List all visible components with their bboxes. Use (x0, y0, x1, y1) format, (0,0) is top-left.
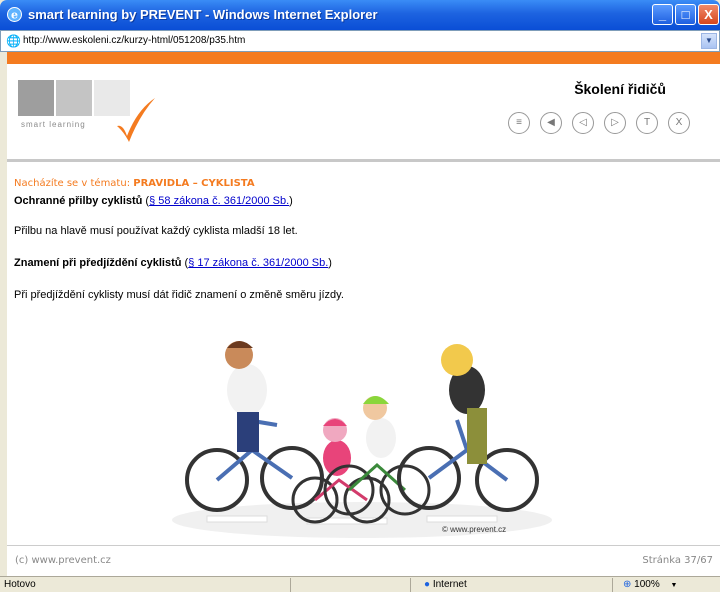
breadcrumb-prefix: Nacházíte se v tématu: (14, 178, 131, 189)
test-button[interactable]: T (636, 112, 658, 134)
breadcrumb-topic: PRAVIDLA – CYKLISTA (133, 178, 255, 189)
logo-square-dark (18, 80, 54, 116)
section-heading-helmets: Ochranné přilby cyklistů (§ 58 zákona č.… (14, 195, 293, 207)
close-paren: ) (328, 257, 332, 269)
page-counter: Stránka 37/67 (642, 555, 713, 566)
heading-helmets-text: Ochranné přilby cyklistů (14, 195, 143, 207)
footer-copyright: (c) www.prevent.cz (15, 555, 111, 566)
accent-bar (7, 52, 720, 64)
status-separator (612, 578, 613, 592)
next-page-button[interactable]: ▷ (604, 112, 626, 134)
status-separator (290, 578, 291, 592)
paragraph-overtaking: Při předjíždění cyklisty musí dát řidič … (14, 289, 344, 301)
section-heading-overtaking: Znamení při předjíždění cyklistů (§ 17 z… (14, 257, 332, 269)
paragraph-helmets: Přilbu na hlavě musí používat každý cykl… (14, 225, 298, 237)
page-viewport: smart learning Školení řidičů ≡ ◀ ◁ ▷ T … (7, 52, 720, 576)
zoom-icon: ⊕ (623, 579, 632, 590)
image-credit: © www.prevent.cz (442, 525, 507, 534)
exit-button[interactable]: X (668, 112, 690, 134)
page-title: Školení řidičů (574, 81, 666, 97)
smart-learning-logo: smart learning (18, 80, 178, 160)
window-title: smart learning by PREVENT - Windows Inte… (28, 7, 378, 22)
law-link-17[interactable]: § 17 zákona č. 361/2000 Sb. (188, 257, 328, 269)
checkmark-icon (117, 98, 155, 142)
internet-explorer-icon: e (7, 7, 22, 22)
first-page-button[interactable]: ◀ (540, 112, 562, 134)
close-button[interactable]: X (698, 4, 719, 25)
page-icon: 🌐 (6, 34, 21, 48)
footer-divider (7, 545, 720, 546)
status-bar: Hotovo ● Internet ⊕ 100% ▼ (0, 576, 720, 592)
address-bar[interactable]: 🌐 http://www.eskoleni.cz/kurzy-html/0512… (0, 30, 720, 52)
status-separator (410, 578, 411, 592)
zoom-dropdown-icon[interactable]: ▼ (671, 582, 678, 589)
header-divider (7, 159, 720, 162)
minimize-button[interactable]: _ (652, 4, 673, 25)
globe-icon: ● (424, 579, 431, 590)
breadcrumb: Nacházíte se v tématu: PRAVIDLA – CYKLIS… (14, 178, 255, 189)
close-paren: ) (289, 195, 293, 207)
browser-window: e smart learning by PREVENT - Windows In… (0, 0, 720, 592)
maximize-button[interactable]: □ (675, 4, 696, 25)
address-dropdown-icon[interactable]: ▼ (701, 33, 717, 49)
address-url[interactable]: http://www.eskoleni.cz/kurzy-html/051208… (23, 35, 245, 46)
zone-label: Internet (432, 579, 467, 590)
title-bar[interactable]: e smart learning by PREVENT - Windows In… (0, 0, 720, 30)
security-zone[interactable]: ● Internet (424, 579, 467, 590)
status-text: Hotovo (4, 579, 36, 590)
menu-button[interactable]: ≡ (508, 112, 530, 134)
zoom-level: 100% (634, 579, 660, 590)
cyclists-illustration (172, 341, 552, 538)
svg-text:e: e (11, 9, 18, 22)
heading-overtaking-text: Znamení při předjíždění cyklistů (14, 257, 182, 269)
zoom-control[interactable]: ⊕ 100% ▼ (623, 579, 677, 590)
prev-page-button[interactable]: ◁ (572, 112, 594, 134)
logo-text: smart learning (21, 120, 86, 129)
law-link-58[interactable]: § 58 zákona č. 361/2000 Sb. (149, 195, 289, 207)
logo-square-mid (56, 80, 92, 116)
